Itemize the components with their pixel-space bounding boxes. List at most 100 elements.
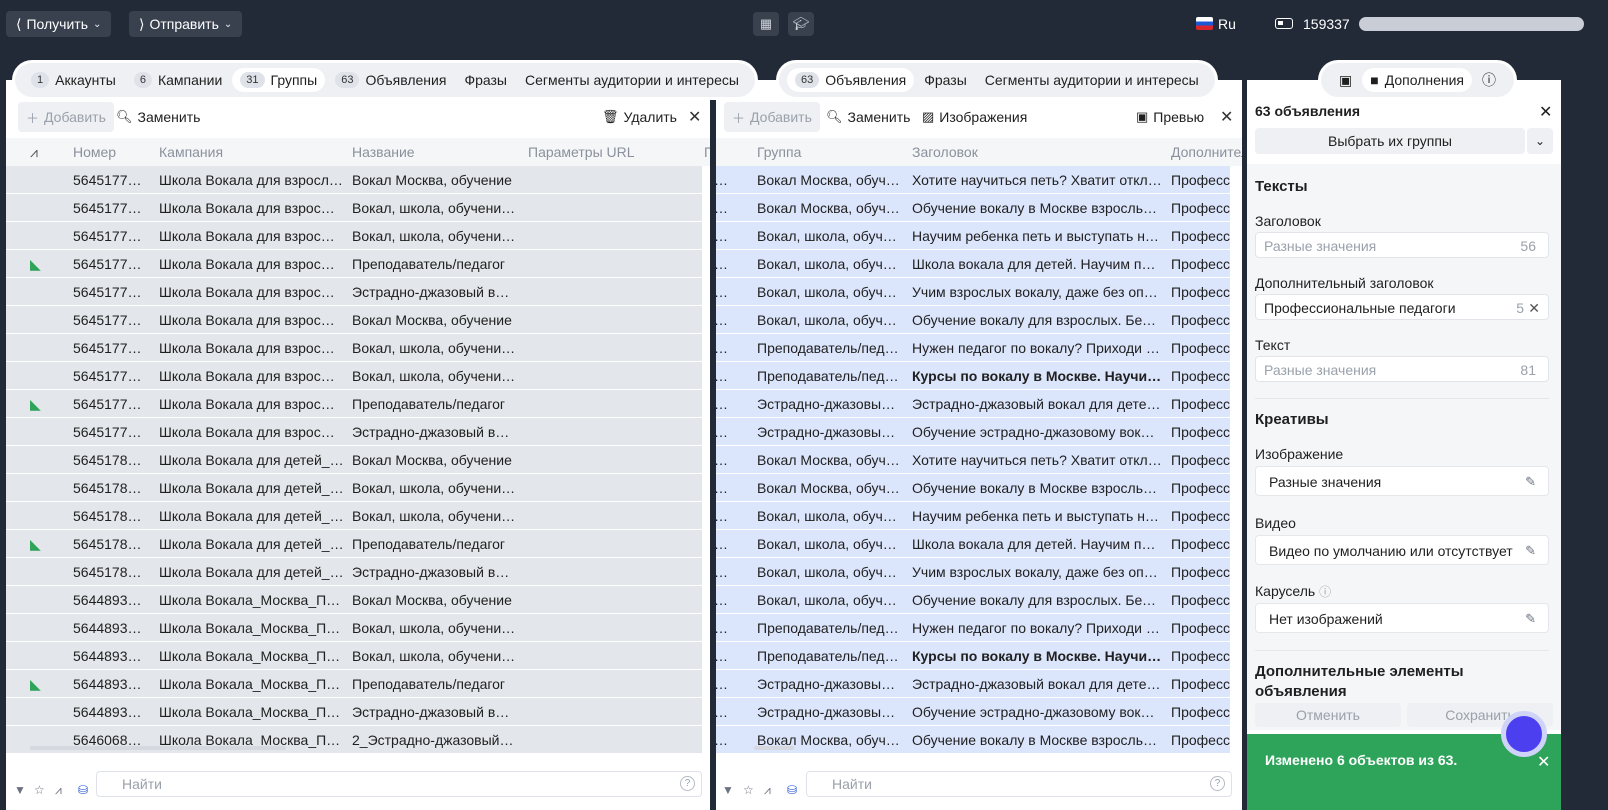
table-cell[interactable]: Професс <box>1171 256 1231 272</box>
table-cell[interactable]: Преподаватель/педагог <box>352 396 522 412</box>
table-cell[interactable]: Школа Вокала для детей_… <box>159 508 344 524</box>
table-row[interactable]: … Вокал Москва, обуч… Обучение вокалу в Мо… <box>716 194 1230 222</box>
table-row[interactable]: 5645178… Школа Вокала для детей_… Эстрадно… <box>6 558 702 586</box>
table-cell[interactable]: Вокал, школа, обучени… <box>352 340 522 356</box>
table-row[interactable]: 5645177… Школа Вокала для взрос… Вокал, шк… <box>6 222 702 250</box>
image-field[interactable]: Разные значения ✎ <box>1255 466 1549 496</box>
table-row[interactable]: 5645177… Школа Вокала для взрос… Эстрадно-… <box>6 278 702 306</box>
table-row[interactable]: … Преподаватель/пед… Нужен педагог по вока… <box>716 334 1230 362</box>
table-cell[interactable]: Вокал, школа, обуч… <box>757 284 902 300</box>
table-cell[interactable]: Обучение эстрадно-джазовому вок… <box>912 424 1162 440</box>
help-icon[interactable]: ? <box>680 776 695 791</box>
carousel-field[interactable]: Нет изображений ✎ <box>1255 603 1549 633</box>
table-row[interactable]: … Вокал, школа, обуч… Учим взрослых вокалу… <box>716 558 1230 586</box>
table-cell[interactable]: Преподаватель/пед… <box>757 620 902 636</box>
table-cell[interactable]: Професс <box>1171 648 1231 664</box>
table-cell[interactable]: Вокал, школа, обучени… <box>352 508 522 524</box>
table-row[interactable]: ◣ 5644893… Школа Вокала_Москва_П… Преподава… <box>6 670 702 698</box>
close-icon[interactable]: ✕ <box>1537 752 1550 772</box>
clear-icon[interactable]: ✕ <box>1528 300 1540 317</box>
table-cell[interactable]: Професс <box>1171 620 1231 636</box>
table-row[interactable]: ◣ 5645178… Школа Вокала для детей_… Препода… <box>6 530 702 558</box>
receive-button[interactable]: ⟨ Получить ⌄ <box>6 11 112 37</box>
table-row[interactable]: 5645177… Школа Вокала для взрос… Вокал Мос… <box>6 306 702 334</box>
table-cell[interactable]: Школа Вокала для взрос… <box>159 228 344 244</box>
table-cell[interactable]: Професс <box>1171 172 1231 188</box>
table-row[interactable]: 5645178… Школа Вокала для детей_… Вокал, ш… <box>6 474 702 502</box>
table-cell[interactable]: Вокал, школа, обучени… <box>352 620 522 636</box>
table-cell[interactable]: Професс <box>1171 396 1231 412</box>
database-icon[interactable]: ⛁ <box>787 783 797 797</box>
table-cell[interactable]: Хотите научиться петь? Хватит откл… <box>912 172 1162 188</box>
table-cell[interactable]: Школа Вокала для детей_… <box>159 452 344 468</box>
delete-button[interactable]: 🗑︎ Удалить <box>602 102 677 132</box>
table-cell[interactable]: 5645177… <box>73 312 155 328</box>
table-cell[interactable]: Вокал, школа, обучени… <box>352 480 522 496</box>
table-cell[interactable]: 5645178… <box>73 564 155 580</box>
table-cell[interactable]: Вокал, школа, обуч… <box>757 228 902 244</box>
table-cell[interactable]: Вокал, школа, обуч… <box>757 256 902 272</box>
table-cell[interactable]: Школа Вокала для детей_… <box>159 480 344 496</box>
table-cell[interactable]: Преподаватель/педагог <box>352 676 522 692</box>
close-icon[interactable]: ✕ <box>688 102 701 132</box>
table-cell[interactable]: Курсы по вокалу в Москве. Научи… <box>912 368 1162 384</box>
table-cell[interactable]: Обучение вокалу в Москве взросль… <box>912 200 1162 216</box>
table-cell[interactable]: 5645177… <box>73 256 155 272</box>
table-cell[interactable]: Вокал Москва, обучение <box>352 312 522 328</box>
table-cell[interactable]: Вокал Москва, обуч… <box>757 172 902 188</box>
table-row[interactable]: … Вокал Москва, обуч… Обучение вокалу в Мо… <box>716 474 1230 502</box>
layout-icon[interactable]: ▦ <box>753 12 779 36</box>
table-cell[interactable]: Школа Вокала для взрос… <box>159 340 344 356</box>
table-row[interactable]: … Вокал, школа, обуч… Научим ребенка петь … <box>716 502 1230 530</box>
tab-0[interactable]: 63 Объявления <box>787 68 915 92</box>
table-cell[interactable]: Професс <box>1171 564 1231 580</box>
table-cell[interactable]: 5645177… <box>73 228 155 244</box>
table-cell[interactable]: Школа Вокала для детей_… <box>159 536 344 552</box>
table-cell[interactable]: 5645177… <box>73 200 155 216</box>
table-cell[interactable]: Вокал, школа, обуч… <box>757 592 902 608</box>
table-cell[interactable]: 5645177… <box>73 340 155 356</box>
table-cell[interactable]: Професс <box>1171 284 1231 300</box>
star-icon[interactable]: ☆ <box>34 783 45 797</box>
chevron-down-icon[interactable]: ⌄ <box>1527 128 1553 154</box>
table-row[interactable]: 5645177… Школа Вокала для взросл… Вокал Мо… <box>6 166 702 194</box>
table-cell[interactable]: Преподаватель/педагог <box>352 536 522 552</box>
tab-5[interactable]: Сегменты аудитории и интересы <box>517 68 747 92</box>
table-row[interactable]: … Вокал Москва, обуч… Хотите научиться пет… <box>716 166 1230 194</box>
horizontal-scrollbar[interactable] <box>754 746 794 750</box>
language-label[interactable]: Ru <box>1218 16 1236 32</box>
table-cell[interactable]: Професс <box>1171 480 1231 496</box>
table-cell[interactable]: 5644893… <box>73 620 155 636</box>
table-row[interactable]: … Вокал, школа, обуч… Школа вокала для дет… <box>716 250 1230 278</box>
table-cell[interactable]: Школа Вокала_Москва_П… <box>159 704 344 720</box>
table-row[interactable]: 5644893… Школа Вокала_Москва_П… Вокал, шко… <box>6 614 702 642</box>
table-cell[interactable]: Нужен педагог по вокалу? Приходи … <box>912 340 1162 356</box>
table-row[interactable]: … Эстрадно-джазовы… Эстрадно-джазовый вока… <box>716 390 1230 418</box>
table-cell[interactable]: Професс <box>1171 508 1231 524</box>
table-cell[interactable]: Професс <box>1171 368 1231 384</box>
table-cell[interactable]: 5644893… <box>73 704 155 720</box>
table-cell[interactable]: Эстрадно-джазовый в… <box>352 564 522 580</box>
table-cell[interactable]: 5645177… <box>73 284 155 300</box>
status-column-icon[interactable]: ⩘ <box>30 144 38 161</box>
table-row[interactable]: ◣ 5645177… Школа Вокала для взрос… Преподав… <box>6 250 702 278</box>
star-icon[interactable]: ☆ <box>743 783 754 797</box>
table-cell[interactable]: Эстрадно-джазовы… <box>757 396 902 412</box>
table-row[interactable]: … Эстрадно-джазовы… Обучение эстрадно-джаз… <box>716 698 1230 726</box>
table-cell[interactable]: Професс <box>1171 536 1231 552</box>
tab-4[interactable]: Фразы <box>456 68 515 92</box>
table-cell[interactable]: Професс <box>1171 592 1231 608</box>
tab-3[interactable]: 63 Объявления <box>327 68 454 92</box>
tab-extensions[interactable]: ■ Дополнения <box>1362 68 1473 92</box>
replace-button[interactable]: 🔍︎ Заменить <box>826 102 910 132</box>
title-input[interactable]: Разные значения 56 <box>1255 232 1549 258</box>
table-cell[interactable]: Вокал Москва, обуч… <box>757 452 902 468</box>
column-header[interactable]: П <box>704 144 710 160</box>
table-cell[interactable]: Професс <box>1171 732 1231 748</box>
table-row[interactable]: … Преподаватель/пед… Нужен педагог по вока… <box>716 614 1230 642</box>
send-button[interactable]: ⟩ Отправить ⌄ <box>129 11 243 37</box>
table-cell[interactable]: Вокал Москва, обуч… <box>757 480 902 496</box>
table-cell[interactable]: Школа Вокала для взрос… <box>159 256 344 272</box>
table-cell[interactable]: Вокал, школа, обуч… <box>757 564 902 580</box>
table-cell[interactable]: Научим ребенка петь и выступать н… <box>912 508 1162 524</box>
